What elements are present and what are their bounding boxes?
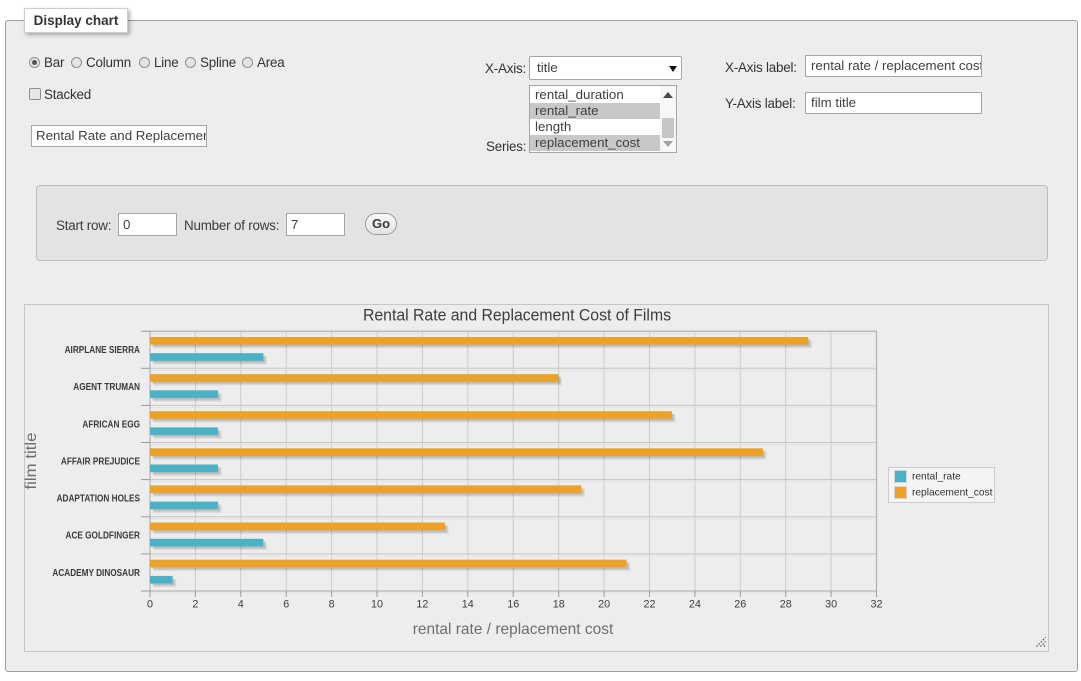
svg-text:4: 4 [238,599,244,611]
svg-text:ADAPTATION HOLES: ADAPTATION HOLES [57,494,141,505]
svg-text:rental_rate: rental_rate [912,472,961,483]
svg-text:30: 30 [825,599,837,611]
svg-text:18: 18 [553,599,565,611]
svg-text:2: 2 [192,599,198,611]
svg-text:ACE GOLDFINGER: ACE GOLDFINGER [66,531,141,542]
svg-text:6: 6 [283,599,289,611]
svg-text:12: 12 [416,599,428,611]
svg-text:AFFAIR PREJUDICE: AFFAIR PREJUDICE [61,456,140,467]
svg-text:replacement_cost: replacement_cost [912,488,993,499]
svg-text:10: 10 [371,599,383,611]
svg-text:AGENT TRUMAN: AGENT TRUMAN [73,382,140,393]
svg-text:14: 14 [462,599,474,611]
svg-text:16: 16 [507,599,519,611]
svg-text:AFRICAN EGG: AFRICAN EGG [82,419,140,430]
svg-text:28: 28 [780,599,792,611]
svg-text:26: 26 [734,599,746,611]
svg-text:rental rate / replacement cost: rental rate / replacement cost [413,621,614,638]
svg-text:film title: film title [23,432,40,489]
svg-text:AIRPLANE SIERRA: AIRPLANE SIERRA [65,345,140,356]
svg-text:Rental Rate and Replacement Co: Rental Rate and Replacement Cost of Film… [363,307,671,325]
svg-text:ACADEMY DINOSAUR: ACADEMY DINOSAUR [52,568,140,579]
svg-text:0: 0 [147,599,153,611]
svg-text:32: 32 [870,599,882,611]
svg-text:22: 22 [643,599,655,611]
svg-text:20: 20 [598,599,610,611]
svg-text:8: 8 [329,599,335,611]
svg-text:24: 24 [689,599,701,611]
